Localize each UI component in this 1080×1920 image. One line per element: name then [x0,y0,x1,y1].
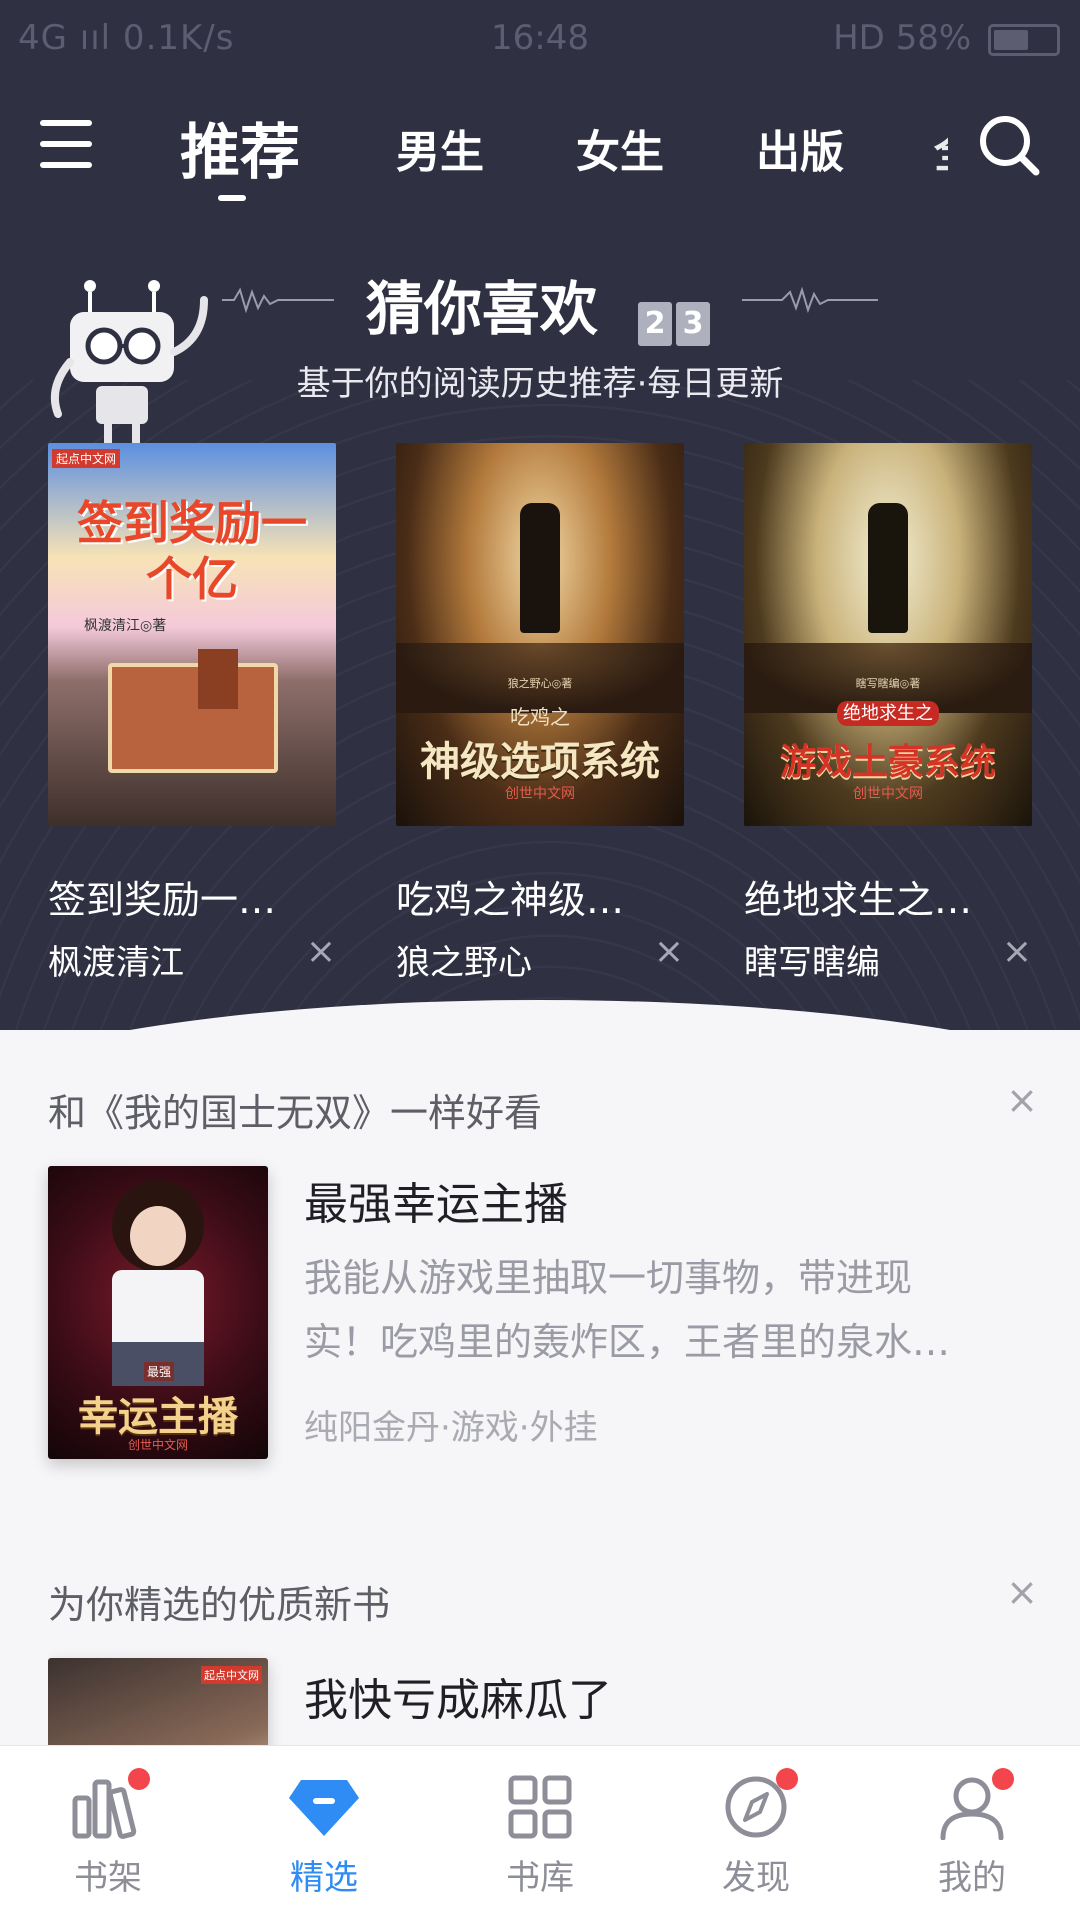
cover-badge: 最强 [144,1362,175,1381]
cover-title: 幸运主播 [78,1394,238,1440]
status-bar: 4G ııl 0.1K/s 16:48 HD 58% [0,0,1080,76]
recommended-book[interactable]: 起点中文网 签到奖励一个亿 枫渡清江◎著 签到奖励一… 枫渡清江 × [48,443,336,983]
publisher-logo: 创世中文网 [505,786,575,802]
grid-icon [508,1775,572,1839]
book-cover[interactable]: 起点中文网 [48,1658,268,1745]
tab-label: 发现 [722,1858,790,1898]
notification-badge [128,1768,150,1790]
tab-label: 书架 [74,1858,142,1898]
tab-featured[interactable]: 精选 [264,1774,384,1899]
new-books-section: 为你精选的优质新书 × 起点中文网 我快亏成麻瓜了 [48,1574,1038,1745]
tab-label: 精选 [290,1858,358,1898]
cover-title: 游戏土豪系统 [779,742,996,783]
date-digit: 3 [676,301,711,346]
book-author: 枫渡清江 [48,943,184,983]
book-description: 我能从游戏里抽取一切事物，带进现 实！吃鸡里的轰炸区，王者里的泉水… [304,1246,1024,1374]
book-title[interactable]: 最强幸运主播 [304,1168,568,1232]
search-icon[interactable] [978,114,1040,176]
book-title[interactable]: 绝地求生之… [744,869,972,924]
book-title[interactable]: 吃鸡之神级… [396,869,624,924]
section-heading: 为你精选的优质新书 [48,1583,391,1627]
publisher-logo: 创世中文网 [127,1438,188,1452]
dismiss-icon[interactable]: × [306,931,336,972]
book-cover[interactable]: 起点中文网 签到奖励一个亿 枫渡清江◎著 [48,443,336,826]
guess-you-like-title: 猜你喜欢 23 [0,262,1080,347]
dismiss-icon[interactable]: × [654,931,684,972]
tab-publish[interactable]: 出版 [756,116,844,180]
cover-subtitle-text: 绝地求生之 [837,701,939,726]
notification-badge [992,1768,1014,1790]
date-badge: 23 [638,279,714,347]
publisher-logo: 创世中文网 [853,786,923,802]
diamond-icon [289,1780,359,1836]
cover-title: 神级选项系统 [420,739,660,785]
status-battery: HD 58% [833,18,1060,58]
tab-label: 我的 [938,1858,1006,1898]
cover-subtitle: 绝地求生之 [744,699,1032,726]
book-meta: 纯阳金丹·游戏·外挂 [304,1408,598,1448]
description-line: 实！吃鸡里的轰炸区，王者里的泉水… [304,1320,951,1364]
cover-author: 狼之野心◎著 [507,677,573,690]
recommended-book[interactable]: 狼之野心◎著 吃鸡之 神级选项系统 创世中文网 吃鸡之神级… 狼之野心 × [396,443,684,983]
book-author: 瞎写瞎编 [744,943,880,983]
status-right-text: HD 58% [833,18,972,58]
publisher-logo: 起点中文网 [201,1666,262,1684]
cover-author: 枫渡清江◎著 [84,618,167,634]
tab-library[interactable]: 书库 [480,1774,600,1899]
section-heading: 和《我的国士无双》一样好看 [48,1091,543,1135]
publisher-logo: 起点中文网 [52,449,121,468]
menu-icon[interactable] [40,120,92,170]
cover-subtitle: 吃鸡之 [510,705,570,729]
date-digit: 2 [638,301,673,346]
recommended-book[interactable]: 瞎写瞎编◎著 绝地求生之 游戏土豪系统 创世中文网 绝地求生之… 瞎写瞎编 × [744,443,1032,983]
top-nav: 推荐 男生 女生 出版 全 [0,100,1080,210]
tab-bookshelf[interactable]: 书架 [48,1768,168,1899]
book-title[interactable]: 签到奖励一… [48,869,276,924]
description-line: 我能从游戏里抽取一切事物，带进现 [304,1256,913,1300]
cover-title: 签到奖励一个亿 [77,496,307,606]
tab-label: 书库 [506,1858,574,1898]
book-cover[interactable]: 狼之野心◎著 吃鸡之 神级选项系统 创世中文网 [396,443,684,826]
guess-title-text: 猜你喜欢 [365,275,598,343]
book-title[interactable]: 我快亏成麻瓜了 [304,1664,612,1728]
similar-books-section: 和《我的国士无双》一样好看 × 最强 幸运主播 创世中文网 最强幸运主播 我能从… [48,1078,1038,1462]
tab-more[interactable]: 全 [934,116,948,180]
book-author: 狼之野心 [396,943,532,983]
tab-recommend[interactable]: 推荐 [180,104,300,201]
cover-author: 瞎写瞎编◎著 [855,677,921,690]
header-curve [0,1000,1080,1030]
tab-male[interactable]: 男生 [396,116,484,180]
dismiss-icon[interactable]: × [1002,931,1032,972]
battery-icon [988,23,1060,56]
dismiss-icon[interactable]: × [1006,1574,1038,1614]
app-screen: { "status_bar": { "left": "4G ııl 0.1K/s… [0,0,1080,1920]
book-cover[interactable]: 最强 幸运主播 创世中文网 [48,1166,268,1459]
notification-badge [776,1768,798,1790]
tab-discover[interactable]: 发现 [696,1768,816,1899]
tab-female[interactable]: 女生 [576,116,664,180]
bottom-tab-bar: 书架 精选 书库 发现 我的 [0,1745,1080,1920]
tab-mine[interactable]: 我的 [912,1768,1032,1899]
dismiss-icon[interactable]: × [1006,1078,1038,1122]
book-cover[interactable]: 瞎写瞎编◎著 绝地求生之 游戏土豪系统 创世中文网 [744,443,1032,826]
guess-subtitle: 基于你的阅读历史推荐·每日更新 [296,364,784,404]
